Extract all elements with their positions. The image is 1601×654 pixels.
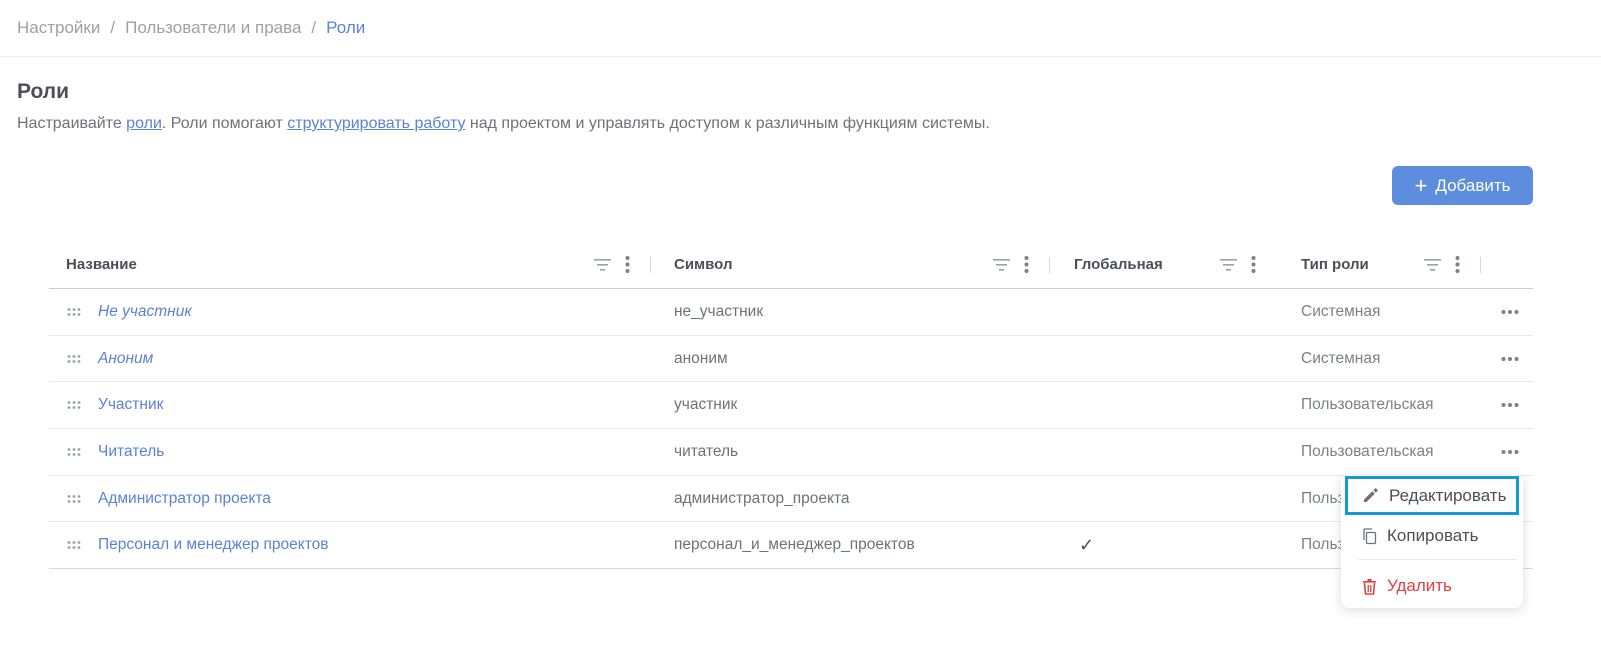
roles-table: Название Символ Глобальная Тип роли Не у… — [49, 240, 1533, 570]
trash-icon — [1363, 578, 1376, 595]
table-row[interactable]: Аноним аноним Системная — [49, 336, 1533, 383]
role-name[interactable]: Участник — [98, 396, 163, 414]
column-divider[interactable] — [1480, 256, 1481, 273]
role-name[interactable]: Персонал и менеджер проектов — [98, 536, 329, 554]
menu-item-label: Удалить — [1387, 576, 1452, 595]
role-type: Системная — [1301, 349, 1381, 367]
row-actions-icon[interactable] — [1501, 449, 1519, 454]
row-actions-menu: Редактировать Копировать Удалить — [1341, 475, 1523, 608]
column-header-global[interactable]: Глобальная — [1074, 240, 1163, 289]
filter-icon[interactable] — [1424, 258, 1441, 272]
plus-icon: + — [1414, 172, 1428, 198]
role-symbol: участник — [674, 396, 738, 414]
desc-text: над проектом и управлять доступом к разл… — [465, 115, 990, 132]
add-role-button[interactable]: + Добавить — [1392, 166, 1533, 205]
filter-icon[interactable] — [993, 258, 1010, 272]
drag-handle-icon[interactable] — [67, 354, 81, 363]
global-check-icon: ✓ — [1079, 534, 1095, 555]
menu-item-delete[interactable]: Удалить — [1345, 569, 1519, 603]
table-row[interactable]: Персонал и менеджер проектов персонал_и_… — [49, 522, 1533, 570]
breadcrumb-separator: / — [110, 18, 116, 37]
role-type: Пользовательская — [1301, 442, 1434, 460]
drag-handle-icon[interactable] — [67, 494, 81, 503]
table-row[interactable]: Участник участник Пользовательская — [49, 382, 1533, 430]
menu-item-label: Редактировать — [1389, 485, 1507, 505]
page-description: Настраивайте роли. Роли помогают структу… — [17, 115, 990, 133]
column-header-role-type[interactable]: Тип роли — [1301, 240, 1369, 289]
menu-divider — [1358, 559, 1517, 560]
desc-text: Настраивайте — [17, 115, 127, 132]
column-menu-icon[interactable] — [1024, 256, 1029, 273]
table-row[interactable]: Администратор проекта администратор_прое… — [49, 476, 1533, 523]
filter-icon[interactable] — [594, 258, 611, 272]
breadcrumb-settings[interactable]: Настройки — [17, 18, 100, 38]
filter-icon[interactable] — [1220, 258, 1237, 272]
role-name[interactable]: Не участник — [98, 303, 192, 321]
column-header-symbol[interactable]: Символ — [674, 240, 733, 289]
table-row[interactable]: Читатель читатель Пользовательская — [49, 429, 1533, 476]
desc-text: . Роли помогают — [161, 115, 288, 132]
page-title: Роли — [17, 80, 70, 103]
menu-item-copy[interactable]: Копировать — [1345, 519, 1519, 553]
breadcrumb: Настройки / Пользователи и права / Роли — [0, 0, 1601, 57]
menu-item-label: Копировать — [1387, 526, 1479, 545]
column-header-name[interactable]: Название — [66, 240, 137, 289]
column-divider[interactable] — [1049, 256, 1050, 273]
table-header: Название Символ Глобальная Тип роли — [49, 240, 1533, 289]
drag-handle-icon[interactable] — [67, 541, 81, 550]
role-symbol: не_участник — [674, 302, 764, 320]
role-name[interactable]: Администратор проекта — [98, 490, 271, 508]
drag-handle-icon[interactable] — [67, 401, 81, 410]
role-symbol: аноним — [674, 349, 728, 367]
menu-item-edit[interactable]: Редактировать — [1345, 476, 1519, 515]
copy-icon — [1363, 527, 1377, 544]
drag-handle-icon[interactable] — [67, 307, 81, 316]
roles-link[interactable]: роли — [126, 115, 162, 132]
table-row[interactable]: Не участник не_участник Системная — [49, 289, 1533, 336]
structure-work-link[interactable]: структурировать работу — [287, 115, 465, 132]
breadcrumb-users-rights[interactable]: Пользователи и права — [125, 18, 301, 38]
add-button-label: Добавить — [1435, 175, 1511, 195]
role-type: Пользовательская — [1301, 396, 1434, 414]
role-symbol: администратор_проекта — [674, 489, 850, 507]
role-type: Системная — [1301, 302, 1381, 320]
role-symbol: читатель — [674, 442, 739, 460]
role-name[interactable]: Читатель — [98, 443, 164, 461]
row-actions-icon[interactable] — [1501, 309, 1519, 314]
role-name[interactable]: Аноним — [98, 350, 153, 368]
drag-handle-icon[interactable] — [67, 447, 81, 456]
column-divider[interactable] — [650, 256, 651, 273]
breadcrumb-current: Роли — [326, 18, 366, 37]
role-symbol: персонал_и_менеджер_проектов — [674, 536, 915, 554]
role-type: Польз — [1301, 489, 1345, 507]
pencil-icon — [1364, 488, 1378, 502]
table-body: Не участник не_участник Системная Аноним… — [49, 289, 1533, 570]
row-actions-icon[interactable] — [1501, 403, 1519, 408]
role-type: Польз — [1301, 536, 1345, 554]
row-actions-icon[interactable] — [1501, 356, 1519, 361]
column-menu-icon[interactable] — [625, 256, 630, 273]
column-menu-icon[interactable] — [1251, 256, 1256, 273]
breadcrumb-separator: / — [311, 18, 317, 37]
column-menu-icon[interactable] — [1455, 256, 1460, 273]
